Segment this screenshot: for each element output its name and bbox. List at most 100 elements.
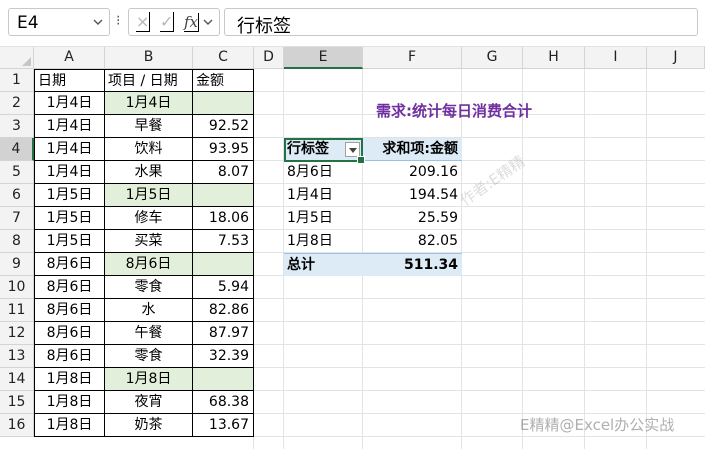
pivot-row-label[interactable]: 8月6日 bbox=[284, 161, 363, 184]
table-cell[interactable]: 8月6日 bbox=[34, 253, 105, 276]
table-cell[interactable]: 32.39 bbox=[193, 345, 254, 368]
table-cell[interactable]: 82.86 bbox=[193, 299, 254, 322]
table-cell[interactable]: 1月8日 bbox=[34, 414, 105, 437]
table-cell[interactable]: 8月6日 bbox=[34, 322, 105, 345]
table-cell[interactable]: 92.52 bbox=[193, 115, 254, 138]
row-header[interactable]: 6 bbox=[0, 184, 34, 207]
column-header-h[interactable]: H bbox=[523, 47, 585, 69]
pivot-total-value[interactable]: 511.34 bbox=[363, 253, 462, 276]
pivot-row-value[interactable]: 25.59 bbox=[363, 207, 462, 230]
row-header[interactable]: 1 bbox=[0, 69, 34, 92]
row-header[interactable]: 7 bbox=[0, 207, 34, 230]
header-cell-date[interactable]: 日期 bbox=[34, 69, 105, 92]
table-cell[interactable]: 1月8日 bbox=[34, 368, 105, 391]
row-header[interactable]: 15 bbox=[0, 391, 34, 414]
column-header-b[interactable]: B bbox=[105, 47, 193, 69]
row-header[interactable]: 4 bbox=[0, 138, 34, 161]
row-header[interactable]: 10 bbox=[0, 276, 34, 299]
table-cell[interactable]: 1月8日 bbox=[105, 368, 193, 391]
row-header[interactable]: 2 bbox=[0, 92, 34, 115]
select-all-corner[interactable] bbox=[0, 47, 34, 69]
table-cell[interactable]: 1月4日 bbox=[105, 92, 193, 115]
table-cell[interactable]: 修车 bbox=[105, 207, 193, 230]
corner-triangle-icon bbox=[22, 57, 31, 66]
table-cell[interactable]: 68.38 bbox=[193, 391, 254, 414]
insert-function-icon[interactable]: fx bbox=[184, 13, 200, 32]
column-header-i[interactable]: I bbox=[585, 47, 647, 69]
row-header[interactable]: 16 bbox=[0, 414, 34, 437]
table-cell[interactable]: 买菜 bbox=[105, 230, 193, 253]
table-cell[interactable]: 1月5日 bbox=[34, 207, 105, 230]
row-header[interactable]: 12 bbox=[0, 322, 34, 345]
table-cell[interactable]: 水果 bbox=[105, 161, 193, 184]
table-cell[interactable]: 1月8日 bbox=[34, 391, 105, 414]
row-header[interactable]: 13 bbox=[0, 345, 34, 368]
table-cell[interactable]: 1月5日 bbox=[105, 184, 193, 207]
active-cell-selection bbox=[284, 138, 365, 164]
column-header-c[interactable]: C bbox=[193, 47, 254, 69]
table-cell[interactable]: 奶茶 bbox=[105, 414, 193, 437]
pivot-row-label[interactable]: 1月5日 bbox=[284, 207, 363, 230]
chevron-down-icon[interactable] bbox=[203, 18, 213, 26]
header-cell-item-date[interactable]: 项目 / 日期 bbox=[105, 69, 193, 92]
header-cell-amount[interactable]: 金额 bbox=[193, 69, 254, 92]
formula-bar: E4 ⁝ × ✓ fx 行标签 bbox=[0, 0, 705, 47]
table-cell[interactable]: 饮料 bbox=[105, 138, 193, 161]
enter-icon[interactable]: ✓ bbox=[160, 12, 175, 32]
table-cell[interactable]: 午餐 bbox=[105, 322, 193, 345]
table-cell[interactable] bbox=[193, 368, 254, 391]
table-cell[interactable]: 8月6日 bbox=[105, 253, 193, 276]
row-header[interactable]: 5 bbox=[0, 161, 34, 184]
table-cell[interactable]: 18.06 bbox=[193, 207, 254, 230]
column-header-f[interactable]: F bbox=[363, 47, 462, 69]
name-box[interactable]: E4 bbox=[8, 8, 110, 36]
row-header[interactable]: 14 bbox=[0, 368, 34, 391]
column-header-g[interactable]: G bbox=[462, 47, 523, 69]
pivot-row-label[interactable]: 1月8日 bbox=[284, 230, 363, 253]
column-header-e[interactable]: E bbox=[284, 47, 363, 69]
table-cell[interactable] bbox=[193, 253, 254, 276]
table-cell[interactable]: 1月4日 bbox=[34, 115, 105, 138]
table-cell[interactable]: 8月6日 bbox=[34, 345, 105, 368]
cancel-icon[interactable]: × bbox=[136, 12, 151, 32]
table-cell[interactable]: 1月5日 bbox=[34, 184, 105, 207]
table-cell[interactable]: 零食 bbox=[105, 345, 193, 368]
table-cell[interactable]: 水 bbox=[105, 299, 193, 322]
formula-value: 行标签 bbox=[237, 16, 291, 37]
formula-buttons: × ✓ fx bbox=[128, 8, 220, 36]
table-cell[interactable]: 8.07 bbox=[193, 161, 254, 184]
chevron-down-icon[interactable] bbox=[93, 18, 103, 26]
table-cell[interactable]: 13.67 bbox=[193, 414, 254, 437]
table-cell[interactable]: 1月5日 bbox=[34, 230, 105, 253]
table-cell[interactable]: 早餐 bbox=[105, 115, 193, 138]
formula-input[interactable]: 行标签 bbox=[224, 8, 698, 37]
pivot-total-label[interactable]: 总计 bbox=[284, 253, 363, 276]
table-cell[interactable]: 零食 bbox=[105, 276, 193, 299]
table-cell[interactable]: 87.97 bbox=[193, 322, 254, 345]
table-cell[interactable]: 7.53 bbox=[193, 230, 254, 253]
table-cell[interactable]: 93.95 bbox=[193, 138, 254, 161]
column-header-j[interactable]: J bbox=[647, 47, 705, 69]
row-header[interactable]: 8 bbox=[0, 230, 34, 253]
table-cell[interactable]: 夜宵 bbox=[105, 391, 193, 414]
table-cell[interactable]: 8月6日 bbox=[34, 276, 105, 299]
pivot-title: 需求:统计每日消费合计 bbox=[376, 102, 532, 120]
pivot-header-value[interactable]: 求和项:金额 bbox=[363, 138, 462, 161]
column-header-a[interactable]: A bbox=[34, 47, 105, 69]
column-header-d[interactable]: D bbox=[254, 47, 284, 69]
row-header[interactable]: 11 bbox=[0, 299, 34, 322]
pivot-row-value[interactable]: 194.54 bbox=[363, 184, 462, 207]
table-cell[interactable] bbox=[193, 184, 254, 207]
table-cell[interactable]: 1月4日 bbox=[34, 92, 105, 115]
table-cell[interactable]: 1月4日 bbox=[34, 161, 105, 184]
table-cell[interactable]: 8月6日 bbox=[34, 299, 105, 322]
more-options-icon[interactable]: ⁝ bbox=[116, 13, 120, 29]
table-cell[interactable]: 1月4日 bbox=[34, 138, 105, 161]
table-cell[interactable] bbox=[193, 92, 254, 115]
pivot-row-value[interactable]: 82.05 bbox=[363, 230, 462, 253]
table-cell[interactable]: 5.94 bbox=[193, 276, 254, 299]
row-header[interactable]: 3 bbox=[0, 115, 34, 138]
row-header[interactable]: 9 bbox=[0, 253, 34, 276]
pivot-row-label[interactable]: 1月4日 bbox=[284, 184, 363, 207]
pivot-row-value[interactable]: 209.16 bbox=[363, 161, 462, 184]
